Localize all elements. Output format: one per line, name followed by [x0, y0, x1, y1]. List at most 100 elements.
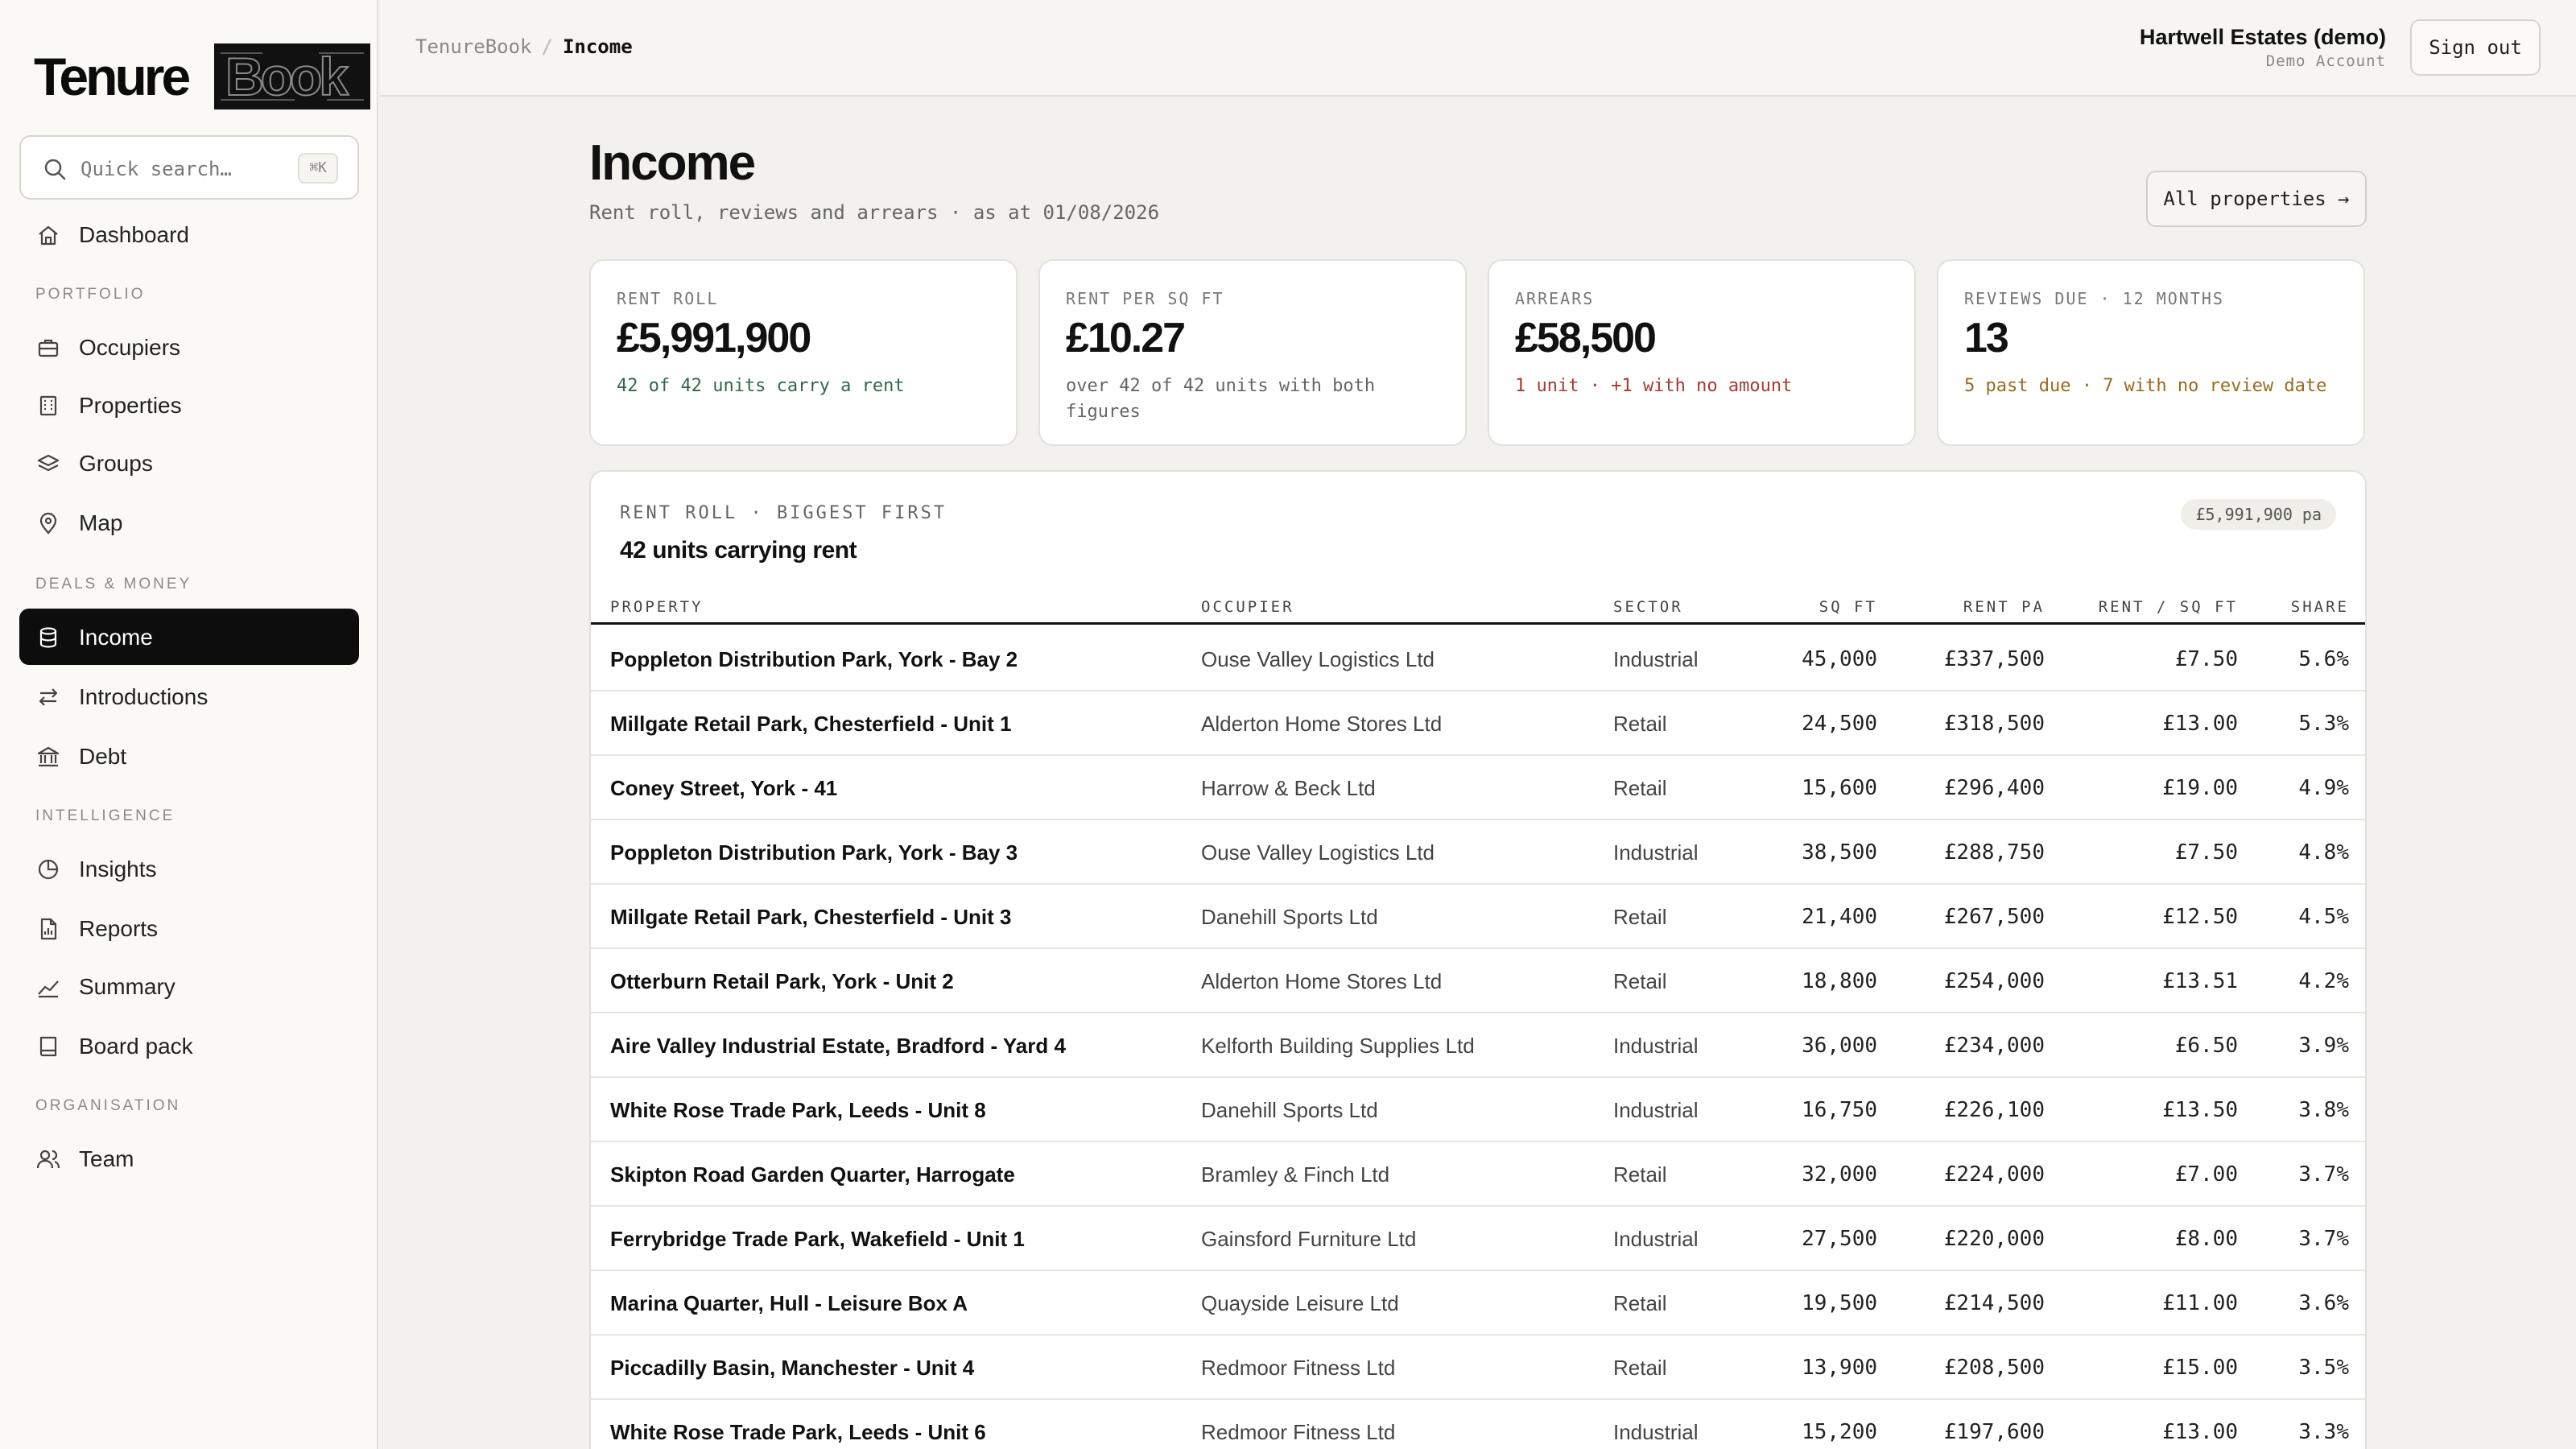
- cell-occupier[interactable]: Bramley & Finch Ltd: [1201, 1161, 1389, 1188]
- sidebar-item-occupiers[interactable]: Occupiers: [19, 319, 359, 375]
- sidebar-item-dashboard[interactable]: Dashboard: [19, 206, 359, 262]
- cell-occupier[interactable]: Harrow & Beck Ltd: [1201, 774, 1376, 802]
- cell-property[interactable]: White Rose Trade Park, Leeds - Unit 6: [610, 1418, 986, 1446]
- cell-occupier[interactable]: Danehill Sports Ltd: [1201, 903, 1378, 931]
- sidebar-item-board-pack[interactable]: Board pack: [19, 1018, 359, 1074]
- table-row[interactable]: Poppleton Distribution Park, York - Bay …: [591, 627, 2365, 691]
- table-row[interactable]: Coney Street, York - 41 Harrow & Beck Ltd…: [591, 756, 2365, 820]
- sidebar-item-properties[interactable]: Properties: [19, 377, 359, 433]
- cell-property[interactable]: Poppleton Distribution Park, York - Bay …: [610, 646, 1018, 673]
- sidebar-item-label: Income: [79, 625, 153, 650]
- sidebar-item-team[interactable]: Team: [19, 1130, 359, 1187]
- kpi-card-arrears: ARREARS £58,500 1 unit · +1 with no amou…: [1488, 259, 1916, 446]
- cell-rent: £288,750: [1943, 840, 2045, 865]
- table-row[interactable]: Piccadilly Basin, Manchester - Unit 4 Red…: [591, 1335, 2365, 1400]
- cell-property[interactable]: Piccadilly Basin, Manchester - Unit 4: [610, 1354, 974, 1381]
- nav-section-intelligence: INTELLIGENCE: [35, 807, 175, 824]
- cell-rent-per-sqft: £8.00: [2174, 1227, 2238, 1251]
- cell-occupier[interactable]: Redmoor Fitness Ltd: [1201, 1418, 1395, 1446]
- sidebar-item-income[interactable]: Income: [19, 609, 359, 665]
- cell-sqft: 38,500: [1802, 840, 1877, 865]
- cell-occupier[interactable]: Redmoor Fitness Ltd: [1201, 1354, 1395, 1381]
- cell-property[interactable]: Millgate Retail Park, Chesterfield - Uni…: [610, 903, 1011, 931]
- cell-rent-per-sqft: £7.50: [2174, 840, 2238, 865]
- book-icon: [39, 1036, 57, 1057]
- table-row[interactable]: White Rose Trade Park, Leeds - Unit 6 Red…: [591, 1400, 2365, 1449]
- cell-occupier[interactable]: Ouse Valley Logistics Ltd: [1201, 646, 1435, 673]
- account-name: Hartwell Estates (demo): [2139, 25, 2386, 49]
- cell-sqft: 19,500: [1802, 1291, 1877, 1315]
- column-header-rent[interactable]: RENT PA: [1963, 597, 2045, 617]
- table-row[interactable]: Millgate Retail Park, Chesterfield - Uni…: [591, 885, 2365, 949]
- cell-rent-per-sqft: £13.00: [2162, 1420, 2238, 1444]
- app-logo[interactable]: Tenure Book: [34, 43, 370, 109]
- column-header-rent-sqft[interactable]: RENT / SQ FT: [2099, 597, 2238, 617]
- map-pin-icon: [39, 512, 57, 535]
- cell-property[interactable]: Millgate Retail Park, Chesterfield - Uni…: [610, 710, 1011, 737]
- kpi-value: £58,500: [1515, 315, 1657, 361]
- table-row[interactable]: Marina Quarter, Hull - Leisure Box A Quay…: [591, 1271, 2365, 1335]
- cell-property[interactable]: Poppleton Distribution Park, York - Bay …: [610, 839, 1018, 866]
- table-row[interactable]: Skipton Road Garden Quarter, Harrogate Br…: [591, 1142, 2365, 1207]
- cell-sector: Industrial: [1613, 647, 1699, 671]
- cell-occupier[interactable]: Gainsford Furniture Ltd: [1201, 1225, 1416, 1253]
- database-icon: [39, 627, 57, 648]
- table-row[interactable]: Poppleton Distribution Park, York - Bay …: [591, 820, 2365, 885]
- cell-share: 4.9%: [2298, 776, 2349, 800]
- column-header-sector[interactable]: SECTOR: [1613, 597, 1683, 617]
- cell-rent: £224,000: [1943, 1162, 2045, 1187]
- breadcrumb-separator: /: [541, 35, 553, 58]
- column-header-sqft[interactable]: SQ FT: [1819, 597, 1877, 617]
- cell-occupier[interactable]: Ouse Valley Logistics Ltd: [1201, 839, 1435, 866]
- breadcrumb: TenureBook / Income: [415, 34, 633, 60]
- cell-property[interactable]: Marina Quarter, Hull - Leisure Box A: [610, 1290, 968, 1317]
- bank-icon: [37, 746, 60, 767]
- cell-share: 4.8%: [2298, 840, 2349, 865]
- kpi-label: ARREARS: [1515, 289, 1595, 308]
- table-row[interactable]: Aire Valley Industrial Estate, Bradford …: [591, 1013, 2365, 1078]
- kpi-note: 1 unit · +1 with no amount: [1515, 376, 1793, 396]
- column-header-occupier[interactable]: OCCUPIER: [1201, 597, 1294, 617]
- cell-occupier[interactable]: Quayside Leisure Ltd: [1201, 1290, 1399, 1317]
- sidebar-item-insights[interactable]: Insights: [19, 840, 359, 897]
- table-header: PROPERTY OCCUPIER SECTOR SQ FT RENT PA R…: [591, 591, 2365, 625]
- table-row[interactable]: White Rose Trade Park, Leeds - Unit 8 Dan…: [591, 1078, 2365, 1142]
- quick-search-input[interactable]: Quick search… ⌘K: [19, 135, 359, 200]
- cell-property[interactable]: White Rose Trade Park, Leeds - Unit 8: [610, 1096, 986, 1124]
- cell-property[interactable]: Ferrybridge Trade Park, Wakefield - Unit…: [610, 1225, 1025, 1253]
- sidebar-item-groups[interactable]: Groups: [19, 435, 359, 491]
- kpi-label: RENT ROLL: [617, 289, 719, 308]
- sidebar-item-introductions[interactable]: Introductions: [19, 668, 359, 724]
- cell-property[interactable]: Skipton Road Garden Quarter, Harrogate: [610, 1161, 1015, 1188]
- cell-property[interactable]: Aire Valley Industrial Estate, Bradford …: [610, 1032, 1066, 1059]
- kpi-label: RENT PER SQ FT: [1066, 289, 1224, 308]
- sidebar-item-label: Team: [79, 1146, 134, 1171]
- cell-occupier[interactable]: Danehill Sports Ltd: [1201, 1096, 1378, 1124]
- cell-sqft: 45,000: [1802, 647, 1877, 671]
- breadcrumb-root[interactable]: TenureBook: [415, 35, 532, 58]
- sidebar-item-debt[interactable]: Debt: [19, 728, 359, 784]
- sidebar-item-summary[interactable]: Summary: [19, 958, 359, 1014]
- sidebar-item-map[interactable]: Map: [19, 494, 359, 551]
- sidebar-item-label: Summary: [79, 974, 175, 999]
- column-header-share[interactable]: SHARE: [2291, 597, 2349, 617]
- page-subtitle: Rent roll, reviews and arrears · as at 0…: [589, 201, 1160, 224]
- sidebar-item-reports[interactable]: Reports: [19, 900, 359, 956]
- table-row[interactable]: Otterburn Retail Park, York - Unit 2 Alde…: [591, 949, 2365, 1013]
- cell-property[interactable]: Coney Street, York - 41: [610, 774, 837, 802]
- cell-property[interactable]: Otterburn Retail Park, York - Unit 2: [610, 968, 954, 995]
- cell-rent: £208,500: [1943, 1356, 2045, 1380]
- kpi-value: 13: [1964, 315, 2009, 361]
- cell-occupier[interactable]: Alderton Home Stores Ltd: [1201, 968, 1442, 995]
- cell-occupier[interactable]: Kelforth Building Supplies Ltd: [1201, 1032, 1475, 1059]
- trend-line-icon: [38, 980, 59, 998]
- all-properties-button[interactable]: All properties →: [2146, 171, 2367, 227]
- column-header-property[interactable]: PROPERTY: [610, 597, 704, 617]
- sign-out-button[interactable]: Sign out: [2410, 19, 2541, 76]
- cell-share: 5.6%: [2298, 647, 2349, 671]
- cell-share: 3.7%: [2298, 1227, 2349, 1251]
- cell-share: 3.8%: [2298, 1098, 2349, 1122]
- cell-occupier[interactable]: Alderton Home Stores Ltd: [1201, 710, 1442, 737]
- table-row[interactable]: Millgate Retail Park, Chesterfield - Uni…: [591, 691, 2365, 756]
- table-row[interactable]: Ferrybridge Trade Park, Wakefield - Unit…: [591, 1207, 2365, 1271]
